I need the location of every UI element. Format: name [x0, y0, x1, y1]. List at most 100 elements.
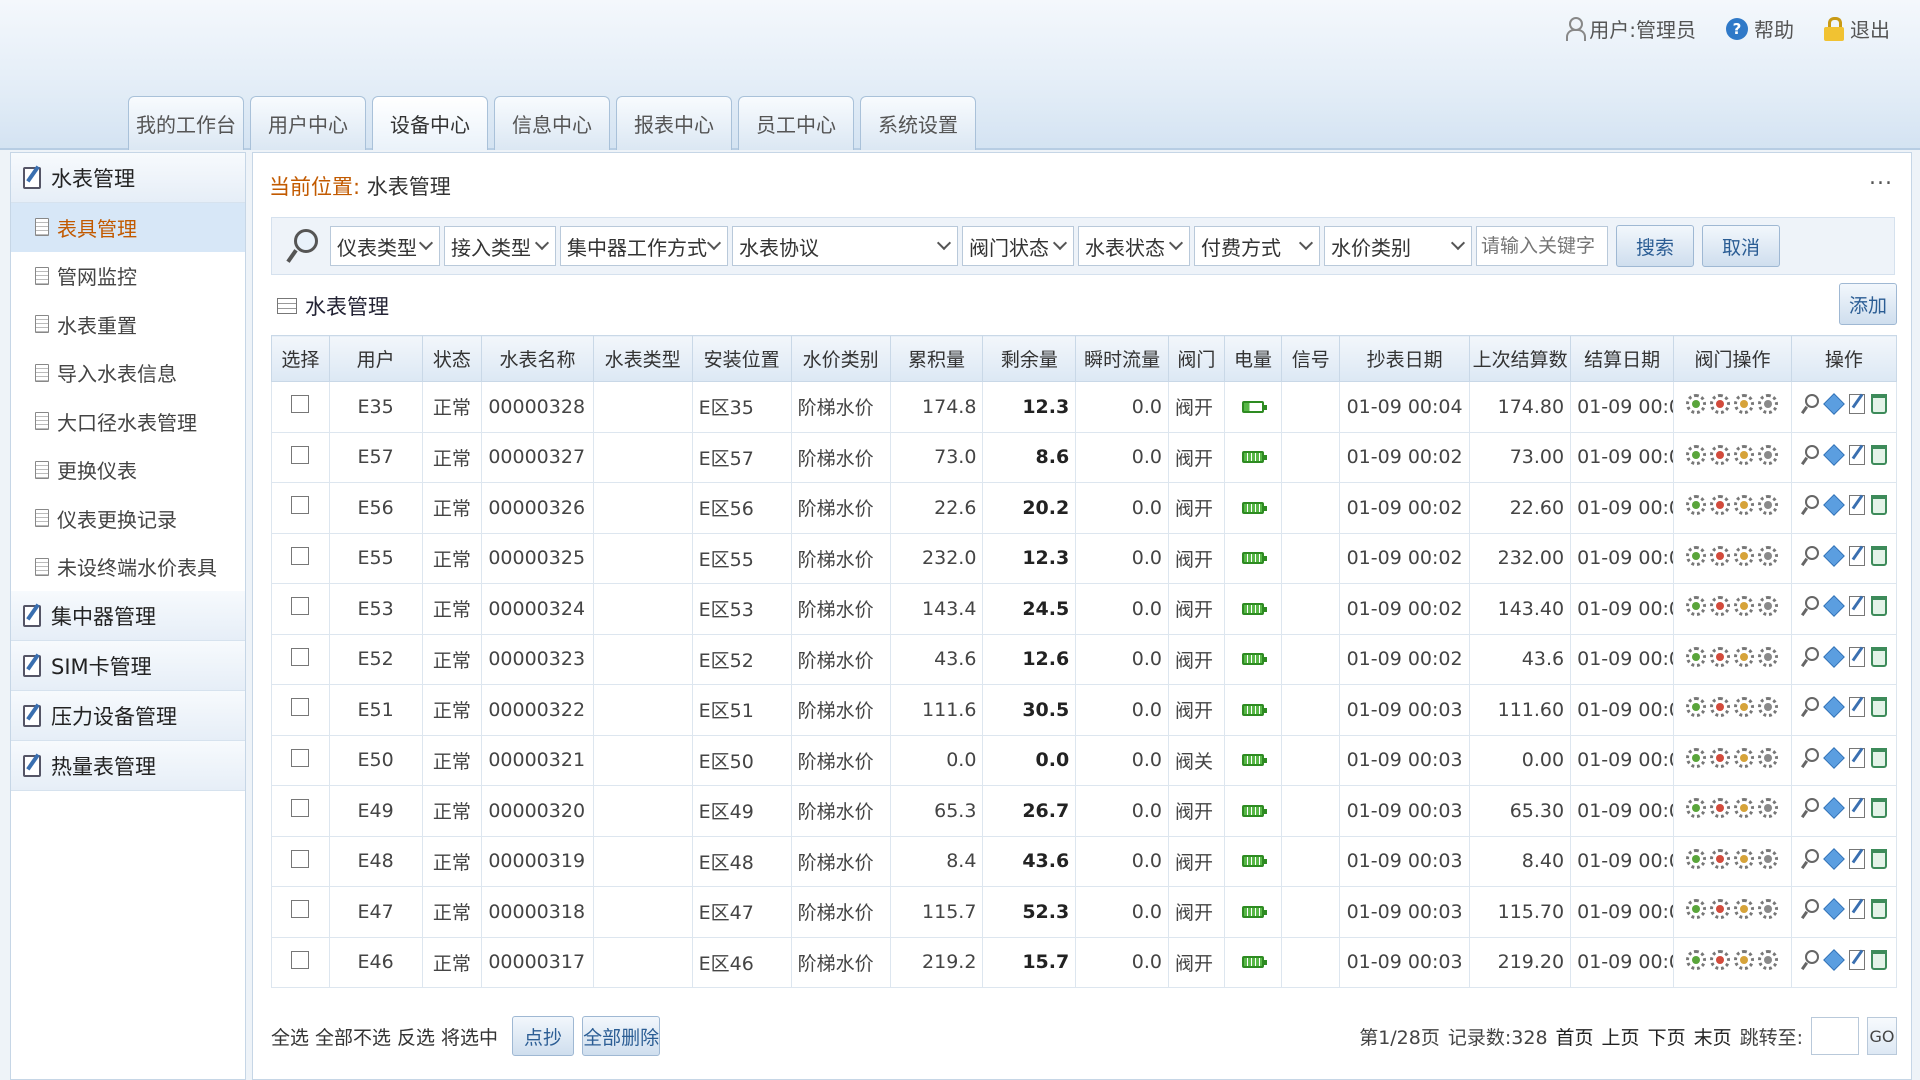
- view-icon[interactable]: [1801, 646, 1819, 667]
- row-checkbox[interactable]: [291, 698, 310, 717]
- sidebar-group-pressure[interactable]: 压力设备管理: [11, 691, 245, 741]
- add-button[interactable]: 添加: [1839, 283, 1897, 325]
- tab-workbench[interactable]: 我的工作台: [128, 96, 244, 150]
- edit-icon[interactable]: [1848, 899, 1865, 920]
- row-checkbox[interactable]: [291, 799, 310, 818]
- valve-settings-gear-icon[interactable]: [1758, 899, 1779, 920]
- valve-settings-gear-icon[interactable]: [1758, 545, 1779, 566]
- valve-settings-gear-icon[interactable]: [1758, 747, 1779, 768]
- edit-icon[interactable]: [1848, 798, 1865, 819]
- sidebar-group-concentrator[interactable]: 集中器管理: [11, 591, 245, 641]
- tab-staff-center[interactable]: 员工中心: [738, 96, 854, 150]
- valve-half-gear-icon[interactable]: [1734, 949, 1755, 970]
- cube-icon[interactable]: [1823, 746, 1845, 769]
- valve-settings-gear-icon[interactable]: [1758, 798, 1779, 819]
- sidebar-item-import-meter[interactable]: 导入水表信息: [11, 349, 245, 398]
- sidebar-item-no-price-meters[interactable]: 未设终端水价表具: [11, 543, 245, 592]
- trash-icon[interactable]: [1870, 697, 1887, 718]
- valve-half-gear-icon[interactable]: [1734, 899, 1755, 920]
- cube-icon[interactable]: [1823, 443, 1845, 466]
- valve-close-gear-icon[interactable]: [1710, 697, 1731, 718]
- valve-half-gear-icon[interactable]: [1734, 747, 1755, 768]
- tab-user-center[interactable]: 用户中心: [250, 96, 366, 150]
- valve-settings-gear-icon[interactable]: [1758, 697, 1779, 718]
- view-icon[interactable]: [1801, 798, 1819, 818]
- tab-device-center[interactable]: 设备中心: [372, 96, 488, 150]
- valve-open-gear-icon[interactable]: [1686, 596, 1707, 617]
- edit-icon[interactable]: [1848, 596, 1865, 617]
- sidebar-item-pipe-monitor[interactable]: 管网监控: [11, 252, 245, 301]
- payment-method-select[interactable]: 付费方式: [1194, 226, 1320, 266]
- trash-icon[interactable]: [1870, 394, 1887, 415]
- table-row[interactable]: E51 正常 00000322 E区51 阶梯水价 111.6 30.5 0.0 阀开 01-09…: [271, 684, 1898, 736]
- cube-icon[interactable]: [1823, 797, 1845, 820]
- cube-icon[interactable]: [1823, 494, 1845, 517]
- row-checkbox[interactable]: [291, 546, 310, 565]
- meter-protocol-select[interactable]: 水表协议: [732, 226, 958, 266]
- select-none-link[interactable]: 全部不选: [315, 1027, 391, 1049]
- row-checkbox[interactable]: [291, 647, 310, 666]
- cube-icon[interactable]: [1823, 696, 1845, 719]
- row-checkbox[interactable]: [291, 849, 310, 868]
- edit-icon[interactable]: [1848, 949, 1865, 970]
- valve-close-gear-icon[interactable]: [1710, 747, 1731, 768]
- table-row[interactable]: E35 正常 00000328 E区35 阶梯水价 174.8 12.3 0.0 阀开 01-09…: [271, 381, 1898, 433]
- first-page-link[interactable]: 首页: [1556, 1023, 1594, 1050]
- table-row[interactable]: E49 正常 00000320 E区49 阶梯水价 65.3 26.7 0.0 阀开 01-09 …: [271, 785, 1898, 837]
- table-row[interactable]: E47 正常 00000318 E区47 阶梯水价 115.7 52.3 0.0 阀开 01-09…: [271, 886, 1898, 938]
- concentrator-mode-select[interactable]: 集中器工作方式: [560, 226, 728, 266]
- valve-open-gear-icon[interactable]: [1686, 949, 1707, 970]
- valve-open-gear-icon[interactable]: [1686, 545, 1707, 566]
- valve-settings-gear-icon[interactable]: [1758, 949, 1779, 970]
- table-row[interactable]: E55 正常 00000325 E区55 阶梯水价 232.0 12.3 0.0 阀开 01-09…: [271, 532, 1898, 584]
- valve-open-gear-icon[interactable]: [1686, 646, 1707, 667]
- sidebar-item-large-meter[interactable]: 大口径水表管理: [11, 397, 245, 446]
- table-row[interactable]: E48 正常 00000319 E区48 阶梯水价 8.4 43.6 0.0 阀开 01-09 0…: [271, 835, 1898, 887]
- row-checkbox[interactable]: [291, 445, 310, 464]
- meter-type-select[interactable]: 仪表类型: [330, 226, 440, 266]
- table-row[interactable]: E57 正常 00000327 E区57 阶梯水价 73.0 8.6 0.0 阀开 01-09 0…: [271, 431, 1898, 483]
- valve-close-gear-icon[interactable]: [1710, 495, 1731, 516]
- edit-icon[interactable]: [1848, 697, 1865, 718]
- cube-icon[interactable]: [1823, 898, 1845, 921]
- sidebar-item-replace-meter[interactable]: 更换仪表: [11, 446, 245, 495]
- go-button[interactable]: GO: [1867, 1017, 1897, 1055]
- trash-icon[interactable]: [1870, 949, 1887, 970]
- jump-page-input[interactable]: [1811, 1017, 1859, 1055]
- valve-close-gear-icon[interactable]: [1710, 848, 1731, 869]
- valve-half-gear-icon[interactable]: [1734, 596, 1755, 617]
- table-row[interactable]: E53 正常 00000324 E区53 阶梯水价 143.4 24.5 0.0 阀开 01-09…: [271, 583, 1898, 635]
- row-checkbox[interactable]: [291, 597, 310, 616]
- valve-close-gear-icon[interactable]: [1710, 596, 1731, 617]
- valve-settings-gear-icon[interactable]: [1758, 848, 1779, 869]
- trash-icon[interactable]: [1870, 495, 1887, 516]
- trash-icon[interactable]: [1870, 646, 1887, 667]
- trash-icon[interactable]: [1870, 545, 1887, 566]
- valve-open-gear-icon[interactable]: [1686, 848, 1707, 869]
- help-link[interactable]: ? 帮助: [1726, 14, 1794, 43]
- read-button[interactable]: 点抄: [512, 1016, 575, 1056]
- logout-link[interactable]: 退出: [1824, 14, 1890, 43]
- valve-status-select[interactable]: 阀门状态: [962, 226, 1074, 266]
- access-type-select[interactable]: 接入类型: [444, 226, 556, 266]
- prev-page-link[interactable]: 上页: [1602, 1023, 1640, 1050]
- row-checkbox[interactable]: [291, 950, 310, 969]
- view-icon[interactable]: [1801, 848, 1819, 869]
- trash-icon[interactable]: [1870, 444, 1887, 465]
- valve-half-gear-icon[interactable]: [1734, 798, 1755, 819]
- cube-icon[interactable]: [1823, 645, 1845, 668]
- valve-settings-gear-icon[interactable]: [1758, 444, 1779, 465]
- table-row[interactable]: E50 正常 00000321 E区50 阶梯水价 0.0 0.0 0.0 阀关 01-09 00…: [271, 734, 1898, 786]
- valve-close-gear-icon[interactable]: [1710, 646, 1731, 667]
- sidebar-group-sim[interactable]: SIM卡管理: [11, 641, 245, 691]
- tab-report-center[interactable]: 报表中心: [616, 96, 732, 150]
- valve-settings-gear-icon[interactable]: [1758, 394, 1779, 415]
- valve-open-gear-icon[interactable]: [1686, 394, 1707, 415]
- keyword-input[interactable]: [1476, 226, 1608, 266]
- valve-half-gear-icon[interactable]: [1734, 646, 1755, 667]
- valve-settings-gear-icon[interactable]: [1758, 646, 1779, 667]
- valve-open-gear-icon[interactable]: [1686, 798, 1707, 819]
- table-row[interactable]: E46 正常 00000317 E区46 阶梯水价 219.2 15.7 0.0 阀开 01-09…: [271, 936, 1898, 988]
- cube-icon[interactable]: [1823, 595, 1845, 618]
- row-checkbox[interactable]: [291, 395, 310, 414]
